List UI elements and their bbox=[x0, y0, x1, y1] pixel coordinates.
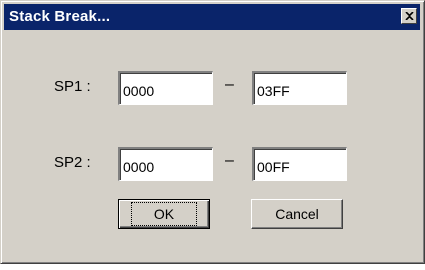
ok-button[interactable]: OK bbox=[118, 199, 210, 229]
sp1-range-separator: – bbox=[225, 76, 234, 93]
sp1-end-input[interactable] bbox=[252, 71, 347, 105]
stack-break-dialog: Stack Break... SP1 : – SP2 : – OK Cancel bbox=[0, 0, 425, 264]
sp2-range-separator: – bbox=[225, 152, 234, 169]
title-bar[interactable]: Stack Break... bbox=[4, 4, 420, 30]
sp1-start-input[interactable] bbox=[118, 71, 213, 105]
close-button[interactable] bbox=[401, 8, 417, 24]
sp2-end-input[interactable] bbox=[252, 147, 347, 181]
cancel-button[interactable]: Cancel bbox=[251, 199, 343, 229]
ok-button-label: OK bbox=[130, 202, 198, 226]
sp2-start-input[interactable] bbox=[118, 147, 213, 181]
cancel-button-label: Cancel bbox=[275, 206, 319, 222]
close-x-icon bbox=[404, 12, 414, 20]
sp1-label: SP1 : bbox=[54, 78, 91, 95]
sp2-label: SP2 : bbox=[54, 154, 91, 171]
dialog-title: Stack Break... bbox=[9, 8, 111, 25]
